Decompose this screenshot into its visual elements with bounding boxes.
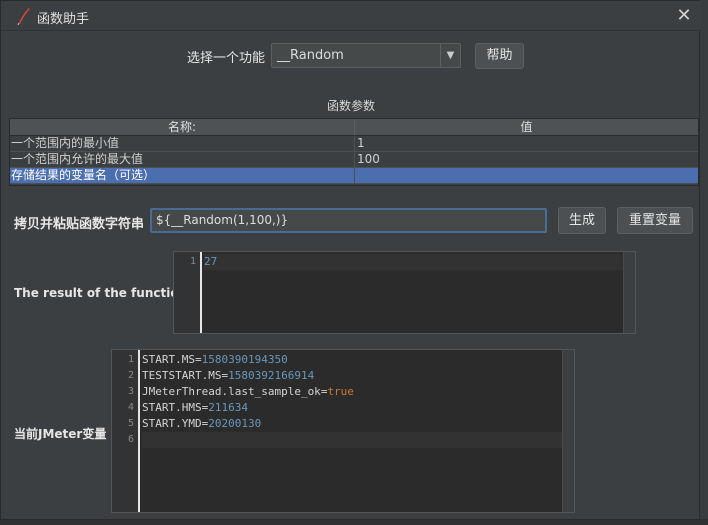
function-select-label: 选择一个功能 <box>187 51 266 66</box>
line-separator <box>142 447 562 448</box>
var-key: TESTSTART.MS <box>142 369 222 382</box>
jmeter-feather-icon <box>17 8 30 25</box>
jmeter-vars-editor[interactable]: 1 2 3 4 5 6 START.MS=1580390194350 TESTS… <box>111 349 575 513</box>
var-value: true <box>327 385 354 398</box>
column-header-name[interactable]: 名称: <box>10 119 355 136</box>
line-number: 5 <box>127 418 134 429</box>
result-value: 27 <box>204 255 218 268</box>
param-value-cell[interactable]: 1 <box>355 136 698 152</box>
params-table: 名称: 值 一个范围内的最小值 1 一个范围内允许的最大值 100 存储结果的变… <box>9 118 699 186</box>
line-number: 1 <box>189 256 196 267</box>
line-number: 3 <box>127 386 134 397</box>
generate-button[interactable]: 生成 <box>558 207 606 234</box>
dialog-title: 函数助手 <box>37 12 90 27</box>
var-line: START.HMS=211634 <box>142 401 248 414</box>
current-line-highlight <box>142 432 562 448</box>
var-value: 1580392166914 <box>228 369 315 382</box>
copy-string-label: 拷贝并粘贴函数字符串 <box>14 217 145 232</box>
line-number: 2 <box>127 370 134 381</box>
line-number: 4 <box>127 402 134 413</box>
vertical-scrollbar[interactable] <box>623 252 635 333</box>
params-title: 函数参数 <box>326 99 375 113</box>
line-number-gutter: 1 2 3 4 5 6 <box>112 350 140 512</box>
var-value: 1580390194350 <box>201 353 288 366</box>
param-name-cell[interactable]: 一个范围内的最小值 <box>10 136 355 152</box>
reset-variables-button[interactable]: 重置变量 <box>617 207 693 234</box>
var-line: START.YMD=20200130 <box>142 417 262 430</box>
jmeter-vars-label: 当前JMeter变量 <box>14 427 107 441</box>
line-number: 1 <box>127 354 134 365</box>
line-number-gutter: 1 <box>174 252 202 333</box>
column-header-value[interactable]: 值 <box>355 119 698 136</box>
var-value: 211634 <box>208 401 248 414</box>
function-select[interactable]: __Random ▼ <box>271 43 461 68</box>
function-select-value: __Random <box>277 48 344 63</box>
result-editor[interactable]: 1 27 <box>173 251 636 334</box>
function-string-input[interactable]: ${__Random(1,100,)} <box>150 208 547 233</box>
help-button[interactable]: 帮助 <box>475 43 524 69</box>
param-value-cell[interactable]: 100 <box>355 152 698 168</box>
var-line: TESTSTART.MS=1580392166914 <box>142 369 315 382</box>
var-key: START.MS <box>142 353 195 366</box>
title-bar[interactable]: 函数助手 ✕ <box>1 1 701 31</box>
param-name-cell[interactable]: 存储结果的变量名（可选） <box>10 168 355 184</box>
param-value-cell[interactable] <box>355 168 698 184</box>
var-value: 20200130 <box>208 417 262 430</box>
table-row[interactable]: 一个范围内的最小值 1 <box>10 136 698 152</box>
line-separator <box>204 269 623 270</box>
function-helper-dialog: 函数助手 ✕ 选择一个功能 __Random ▼ 帮助 函数参数 名称: 值 一… <box>0 0 701 520</box>
var-key: START.YMD <box>142 417 202 430</box>
var-key: START.HMS <box>142 401 202 414</box>
var-line: JMeterThread.last_sample_ok=true <box>142 385 354 398</box>
table-row[interactable]: 一个范围内允许的最大值 100 <box>10 152 698 168</box>
param-name-cell[interactable]: 一个范围内允许的最大值 <box>10 152 355 168</box>
close-button[interactable]: ✕ <box>673 5 695 27</box>
var-key: JMeterThread.last_sample_ok <box>142 385 321 398</box>
chevron-down-icon[interactable]: ▼ <box>440 44 460 67</box>
line-number: 6 <box>127 434 134 445</box>
vertical-scrollbar[interactable] <box>562 350 574 512</box>
current-line-highlight <box>204 254 623 270</box>
var-line: START.MS=1580390194350 <box>142 353 288 366</box>
table-row-selected[interactable]: 存储结果的变量名（可选） <box>10 168 698 184</box>
